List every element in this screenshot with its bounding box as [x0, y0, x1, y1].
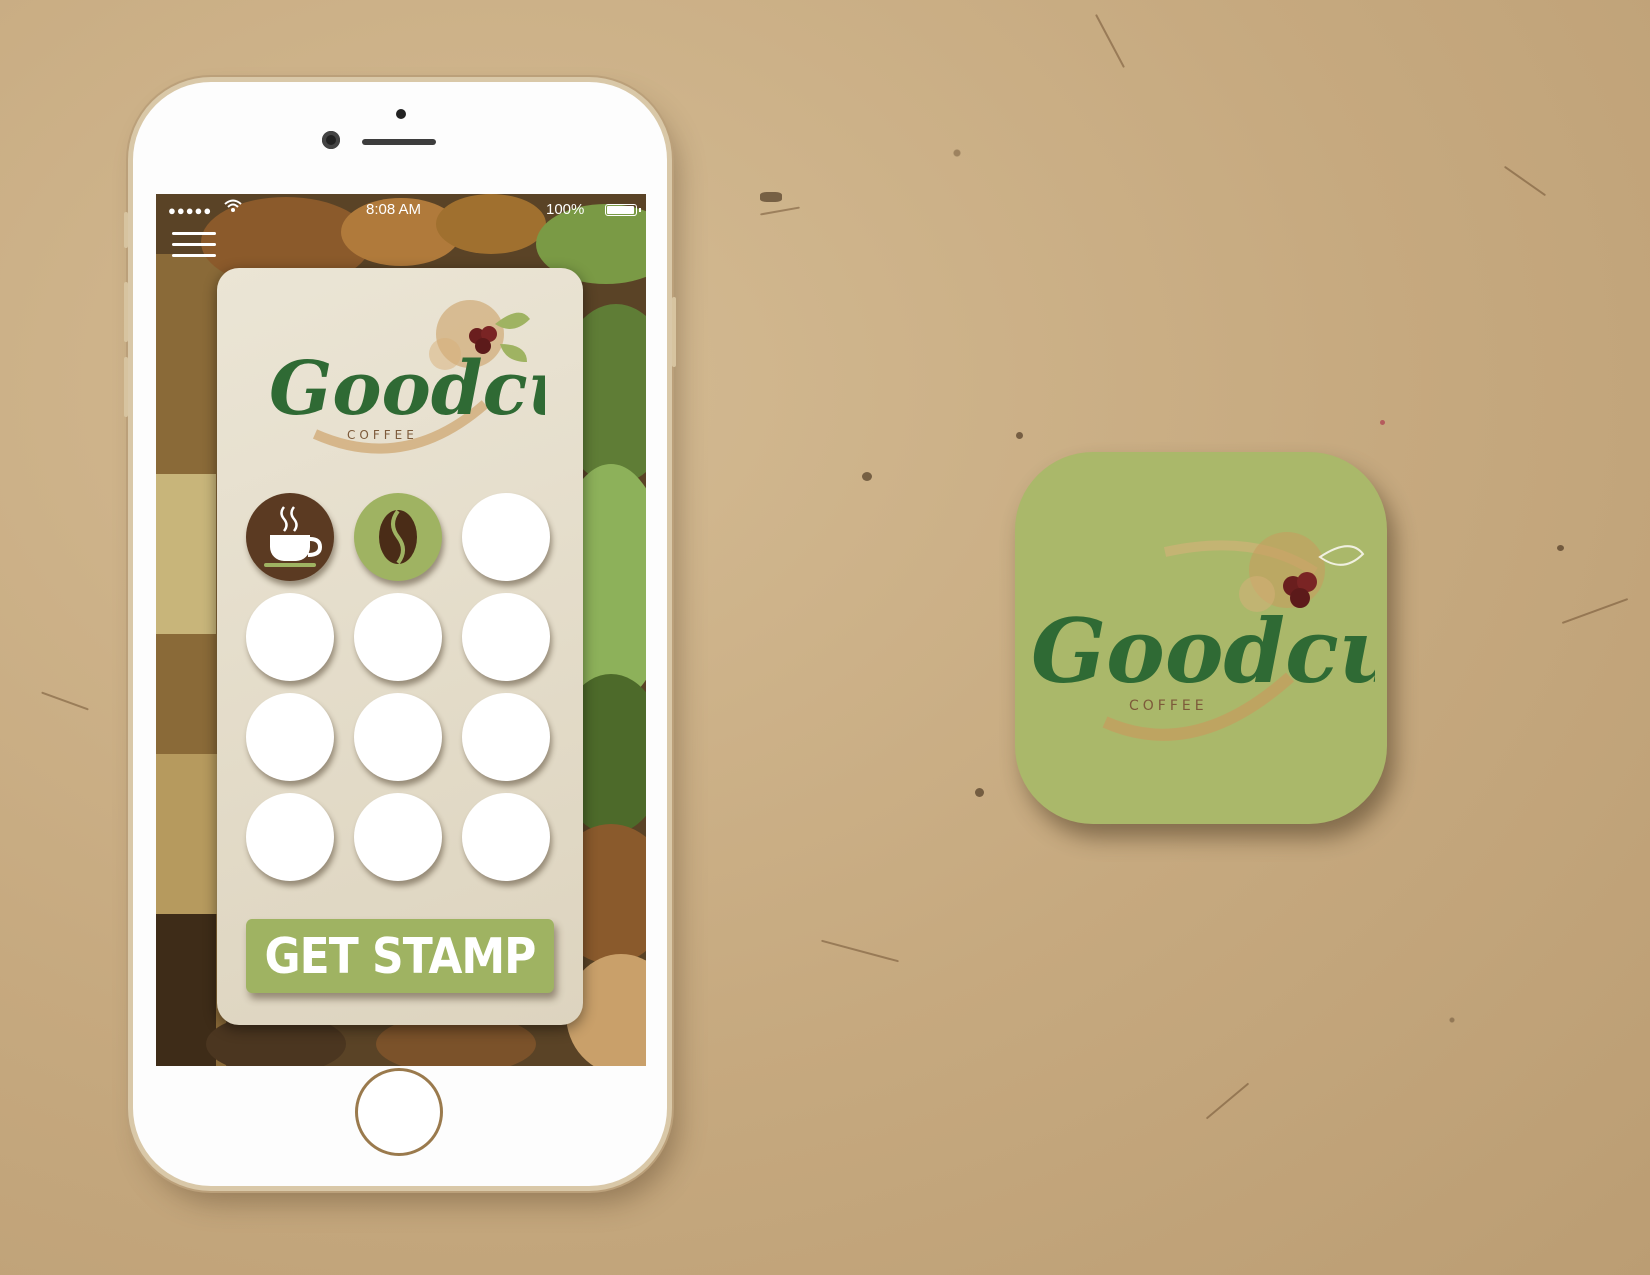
battery-icon [605, 204, 641, 216]
stamp-empty[interactable] [354, 693, 442, 781]
iphone-mockup: ●●●●● 8:08 AM 100% Goodc COFFEE GET STAM… [124, 82, 676, 1186]
coffee-cup-icon [264, 506, 323, 567]
paper-speck [1557, 545, 1564, 551]
goodcup-logo: Goodcup COFFEE [1031, 532, 1375, 741]
wifi-icon [224, 199, 242, 216]
paper-fiber [1095, 14, 1125, 68]
hamburger-menu-icon[interactable] [172, 232, 216, 258]
get-stamp-button[interactable]: GET STAMP [246, 919, 554, 993]
phone-volume-up [124, 282, 128, 342]
phone-side-button [124, 212, 128, 248]
paper-fiber [821, 939, 899, 963]
logo-wordmark: Goodcup [269, 346, 545, 432]
stamp-empty[interactable] [462, 793, 550, 881]
battery-percentage: 100% [546, 201, 585, 218]
paper-speck [1016, 432, 1023, 439]
home-button[interactable] [355, 1068, 443, 1156]
logo-tagline: COFFEE [347, 428, 418, 442]
paper-fiber [760, 206, 800, 216]
goodcup-logo: Goodcup COFFEE [269, 300, 545, 454]
app-icon-tagline: COFFEE [1129, 698, 1208, 714]
paper-fiber [1503, 165, 1547, 197]
phone-screen: ●●●●● 8:08 AM 100% Goodc COFFEE GET STAM… [156, 194, 646, 1066]
menu-bar [172, 232, 216, 235]
proximity-sensor [396, 109, 406, 119]
paper-fiber [41, 691, 89, 711]
paper-speck [862, 472, 872, 481]
stamp-empty[interactable] [246, 693, 334, 781]
stamp-empty[interactable] [246, 593, 334, 681]
goodcup-app-icon[interactable]: Goodcup COFFEE [1015, 452, 1387, 824]
stamp-empty[interactable] [354, 793, 442, 881]
paper-speck [760, 192, 782, 202]
stamp-grid [246, 493, 550, 885]
paper-fiber [1205, 1082, 1250, 1120]
menu-bar [172, 243, 216, 246]
phone-volume-down [124, 357, 128, 417]
app-icon-wordmark: Goodcup [1031, 599, 1375, 703]
paper-speck [975, 788, 984, 797]
status-time: 8:08 AM [366, 201, 422, 218]
stamp-collected[interactable] [246, 493, 334, 581]
earpiece-speaker [362, 139, 436, 145]
paper-fiber [1561, 598, 1629, 624]
phone-power-button [672, 297, 676, 367]
loyalty-stamp-card: Goodcup COFFEE GET STAMP [217, 268, 583, 1025]
stamp-empty[interactable] [354, 593, 442, 681]
stamp-empty[interactable] [462, 493, 550, 581]
menu-bar [172, 254, 216, 257]
status-bar: ●●●●● 8:08 AM 100% [156, 194, 646, 224]
stamp-collected[interactable] [354, 493, 442, 581]
coffee-bean-icon [379, 509, 417, 565]
stamp-empty[interactable] [462, 593, 550, 681]
paper-speck [1380, 420, 1385, 425]
stamp-empty[interactable] [246, 793, 334, 881]
battery-level-fill [607, 206, 634, 214]
front-camera-icon [322, 131, 340, 149]
stamp-empty[interactable] [462, 693, 550, 781]
signal-strength-icon: ●●●●● [168, 203, 213, 218]
